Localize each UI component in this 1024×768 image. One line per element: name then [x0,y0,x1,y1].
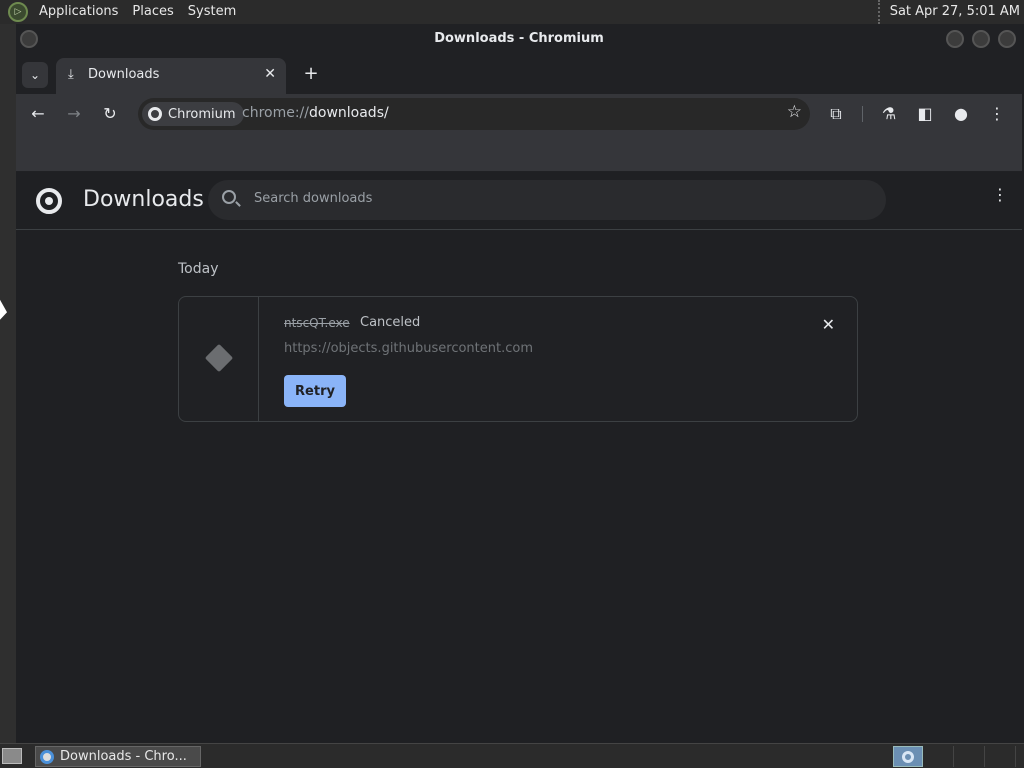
chromium-logo-icon [36,188,62,214]
url-scheme: chrome:// [242,105,309,121]
profile-avatar-icon[interactable]: ● [949,102,973,126]
workspace-3[interactable] [955,746,985,767]
tab-search-button[interactable]: ⌄ [22,62,48,88]
plus-icon: + [303,63,319,84]
new-tab-button[interactable]: + [298,62,324,88]
site-info-chip[interactable]: Chromium [142,102,244,126]
minimize-icon[interactable] [946,30,964,48]
download-status: Canceled [360,315,421,330]
back-icon[interactable]: ← [26,102,50,126]
reload-icon[interactable]: ↻ [98,102,122,126]
tab-downloads[interactable]: ⤓ Downloads ✕ [56,58,286,94]
forward-icon[interactable]: → [62,102,86,126]
search-placeholder: Search downloads [254,191,373,206]
window-titlebar[interactable]: Downloads - Chromium [16,24,1022,54]
url-text[interactable]: chrome://downloads/ [242,105,389,121]
remove-item-close-icon[interactable]: ✕ [822,315,835,334]
side-panel-icon[interactable]: ◧ [913,102,937,126]
workspace-2[interactable] [924,746,954,767]
retry-button[interactable]: Retry [284,375,346,407]
search-downloads-field[interactable]: Search downloads [208,180,886,220]
distro-logo-icon[interactable]: ▷ [8,2,28,22]
maximize-icon[interactable] [972,30,990,48]
chromium-icon [148,107,162,121]
labs-flask-icon[interactable]: ⚗ [877,102,901,126]
downloads-list: Today ntscQT.exe Canceled https://object… [16,230,1022,740]
tab-strip: ⌄ ⤓ Downloads ✕ + [16,54,1022,94]
download-icon: ⤓ [68,67,74,82]
mouse-cursor-icon [0,299,7,323]
file-icon-column [179,297,259,421]
page-title: Downloads [83,187,204,212]
chromium-icon [902,751,914,763]
clock[interactable]: Sat Apr 27, 5:01 AM [877,0,1020,24]
window-menu-icon[interactable] [20,30,38,48]
address-bar[interactable]: Chromium chrome://downloads/ ☆ [138,98,810,130]
close-window-icon[interactable] [998,30,1016,48]
workspace-1[interactable] [893,746,923,767]
file-icon [204,343,234,373]
window-title: Downloads - Chromium [434,31,604,46]
workspace-4[interactable] [986,746,1016,767]
date-section-header: Today [178,261,219,277]
chip-label: Chromium [168,106,236,122]
tab-title: Downloads [88,67,160,82]
url-host: downloads/ [309,105,389,121]
file-source-url[interactable]: https://objects.githubusercontent.com [284,341,533,356]
menu-system[interactable]: System [181,0,243,24]
show-desktop-icon[interactable] [2,748,22,764]
search-icon [222,190,236,204]
menu-places[interactable]: Places [125,0,180,24]
taskbar-item-label: Downloads - Chro... [60,749,187,764]
extensions-icon[interactable]: ⧉ [824,102,848,126]
top-menu: ▷ Applications Places System [0,0,243,24]
browser-toolbar: ← → ↻ Chromium chrome://downloads/ ☆ ⧉ ⚗… [16,94,1022,134]
more-actions-icon[interactable]: ⋮ [992,187,1008,203]
desktop-left-strip [0,24,16,744]
file-name[interactable]: ntscQT.exe [284,316,350,330]
download-item: ntscQT.exe Canceled https://objects.gith… [178,296,858,422]
bookmark-star-icon[interactable]: ☆ [787,102,802,122]
downloads-header: Downloads Search downloads ⋮ [16,172,1022,230]
chromium-icon [40,749,54,764]
bookmark-bar [16,134,1022,172]
tab-close-icon[interactable]: ✕ [264,66,276,82]
chevron-down-icon: ⌄ [29,68,41,82]
toolbar-divider [862,106,863,122]
menu-applications[interactable]: Applications [32,0,125,24]
browser-menu-icon[interactable]: ⋮ [985,102,1009,126]
taskbar-item-chromium[interactable]: Downloads - Chro... [35,746,201,767]
top-panel: ▷ Applications Places System Sat Apr 27,… [0,0,1024,24]
browser-window: Downloads - Chromium ⌄ ⤓ Downloads ✕ + ←… [16,24,1022,742]
bottom-panel: Downloads - Chro... [0,743,1024,768]
